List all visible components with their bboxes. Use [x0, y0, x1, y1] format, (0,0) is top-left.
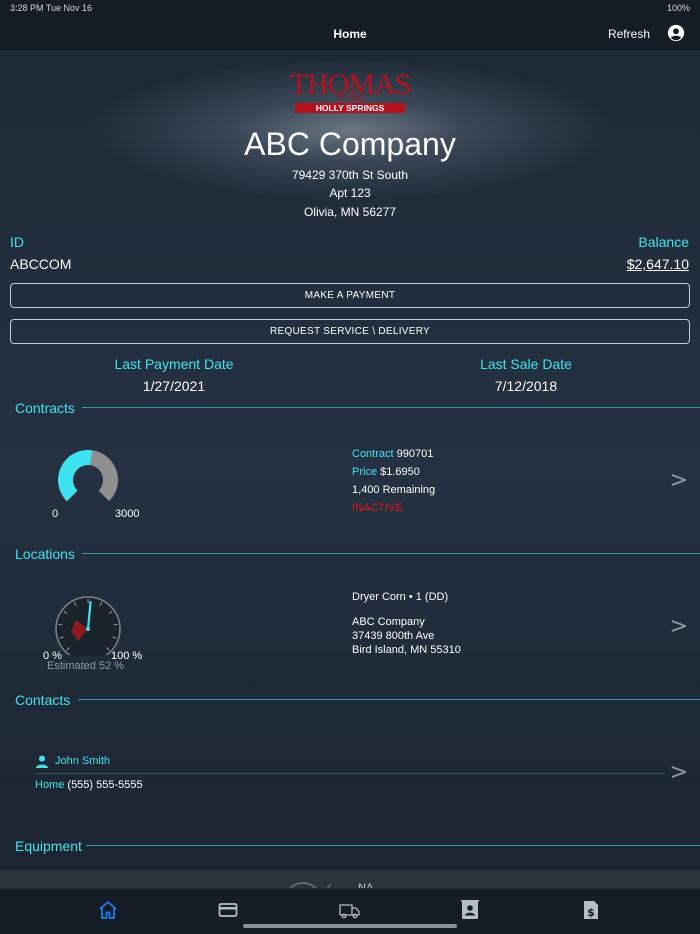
- phone-number[interactable]: (555) 555-5555: [67, 779, 142, 791]
- request-service-button[interactable]: REQUEST SERVICE \ DELIVERY: [10, 319, 690, 344]
- id-value: ABCCOM: [10, 256, 72, 272]
- location-product: Dryer Corn • 1 (DD): [352, 591, 449, 603]
- status-time: 3:28 PM Tue Nov 16: [10, 3, 93, 13]
- refresh-button[interactable]: Refresh: [608, 27, 650, 41]
- equipment-divider: [86, 845, 700, 846]
- company-address-line1: 79429 370th St South: [291, 168, 409, 182]
- contact-book-icon[interactable]: [459, 899, 481, 921]
- locations-divider: [82, 553, 700, 554]
- invoice-icon[interactable]: $: [580, 899, 602, 921]
- balance-link[interactable]: $2,647.10: [627, 256, 689, 272]
- last-sale-value: 7/12/2018: [494, 378, 558, 394]
- status-bar: 3:28 PM Tue Nov 16 100%: [0, 0, 700, 18]
- location-chevron-icon[interactable]: >: [670, 614, 688, 639]
- account-icon[interactable]: [667, 24, 685, 42]
- location-address2: Bird Island, MN 55310: [352, 644, 461, 656]
- battery-indicator: 100%: [666, 3, 690, 13]
- contract-remaining: 1,400 Remaining: [352, 484, 436, 496]
- home-indicator: [243, 924, 457, 928]
- contract-gauge-min: 0: [52, 508, 59, 520]
- contract-gauge-max: 3000: [115, 508, 140, 520]
- contract-number: 990701: [396, 448, 434, 460]
- svg-text:LP GAS: LP GAS: [336, 94, 365, 103]
- tank-estimated: Estimated 52 %: [47, 660, 125, 672]
- equipment-row[interactable]: NA: [0, 870, 700, 888]
- contract-label: Contract: [352, 448, 394, 460]
- company-address-line3: Olivia, MN 56277: [303, 205, 397, 219]
- price-value: $1.6950: [380, 466, 420, 478]
- truck-icon[interactable]: [338, 899, 360, 921]
- last-payment-label: Last Payment Date: [114, 356, 234, 372]
- home-content: THOMAS LP GAS HOLLY SPRINGS ABC Company …: [0, 50, 700, 888]
- equipment-header: Equipment: [15, 838, 82, 854]
- id-label: ID: [10, 234, 24, 250]
- location-address1: 37439 800th Ave: [352, 630, 435, 642]
- contacts-header: Contacts: [15, 692, 71, 708]
- contact-phone: Home (555) 555-5555: [35, 779, 143, 791]
- contract-details: Contract 990701 Price $1.6950 1,400 Rema…: [352, 445, 435, 517]
- contracts-header: Contracts: [15, 400, 75, 416]
- home-icon[interactable]: [97, 899, 119, 921]
- make-payment-button[interactable]: MAKE A PAYMENT: [10, 283, 690, 308]
- location-site-name: ABC Company: [352, 616, 425, 628]
- contracts-divider: [82, 407, 700, 408]
- last-sale-label: Last Sale Date: [480, 356, 572, 372]
- contract-chevron-icon[interactable]: >: [670, 468, 688, 493]
- price-label: Price: [352, 466, 378, 478]
- balance-label: Balance: [638, 234, 689, 250]
- person-icon: [36, 755, 48, 768]
- contacts-divider: [78, 699, 700, 700]
- svg-text:HOLLY SPRINGS: HOLLY SPRINGS: [316, 103, 385, 113]
- credit-card-icon[interactable]: [217, 899, 239, 921]
- contact-chevron-icon[interactable]: >: [670, 760, 688, 785]
- contract-gauge: [58, 450, 118, 502]
- nav-bar: Home Refresh: [0, 18, 700, 50]
- company-logo: THOMAS LP GAS HOLLY SPRINGS: [290, 68, 411, 113]
- phone-type-label: Home: [35, 779, 65, 791]
- svg-text:$: $: [587, 906, 595, 919]
- contact-name: John Smith: [55, 755, 111, 767]
- company-name: ABC Company: [244, 126, 456, 162]
- tank-level-gauge: [55, 596, 121, 655]
- company-address-line2: Apt 123: [329, 186, 371, 200]
- contract-status-badge: INACTIVE: [352, 502, 403, 514]
- locations-header: Locations: [15, 546, 75, 562]
- last-payment-value: 1/27/2021: [142, 378, 206, 394]
- contact-underline: [35, 773, 665, 774]
- page-title: Home: [333, 27, 367, 41]
